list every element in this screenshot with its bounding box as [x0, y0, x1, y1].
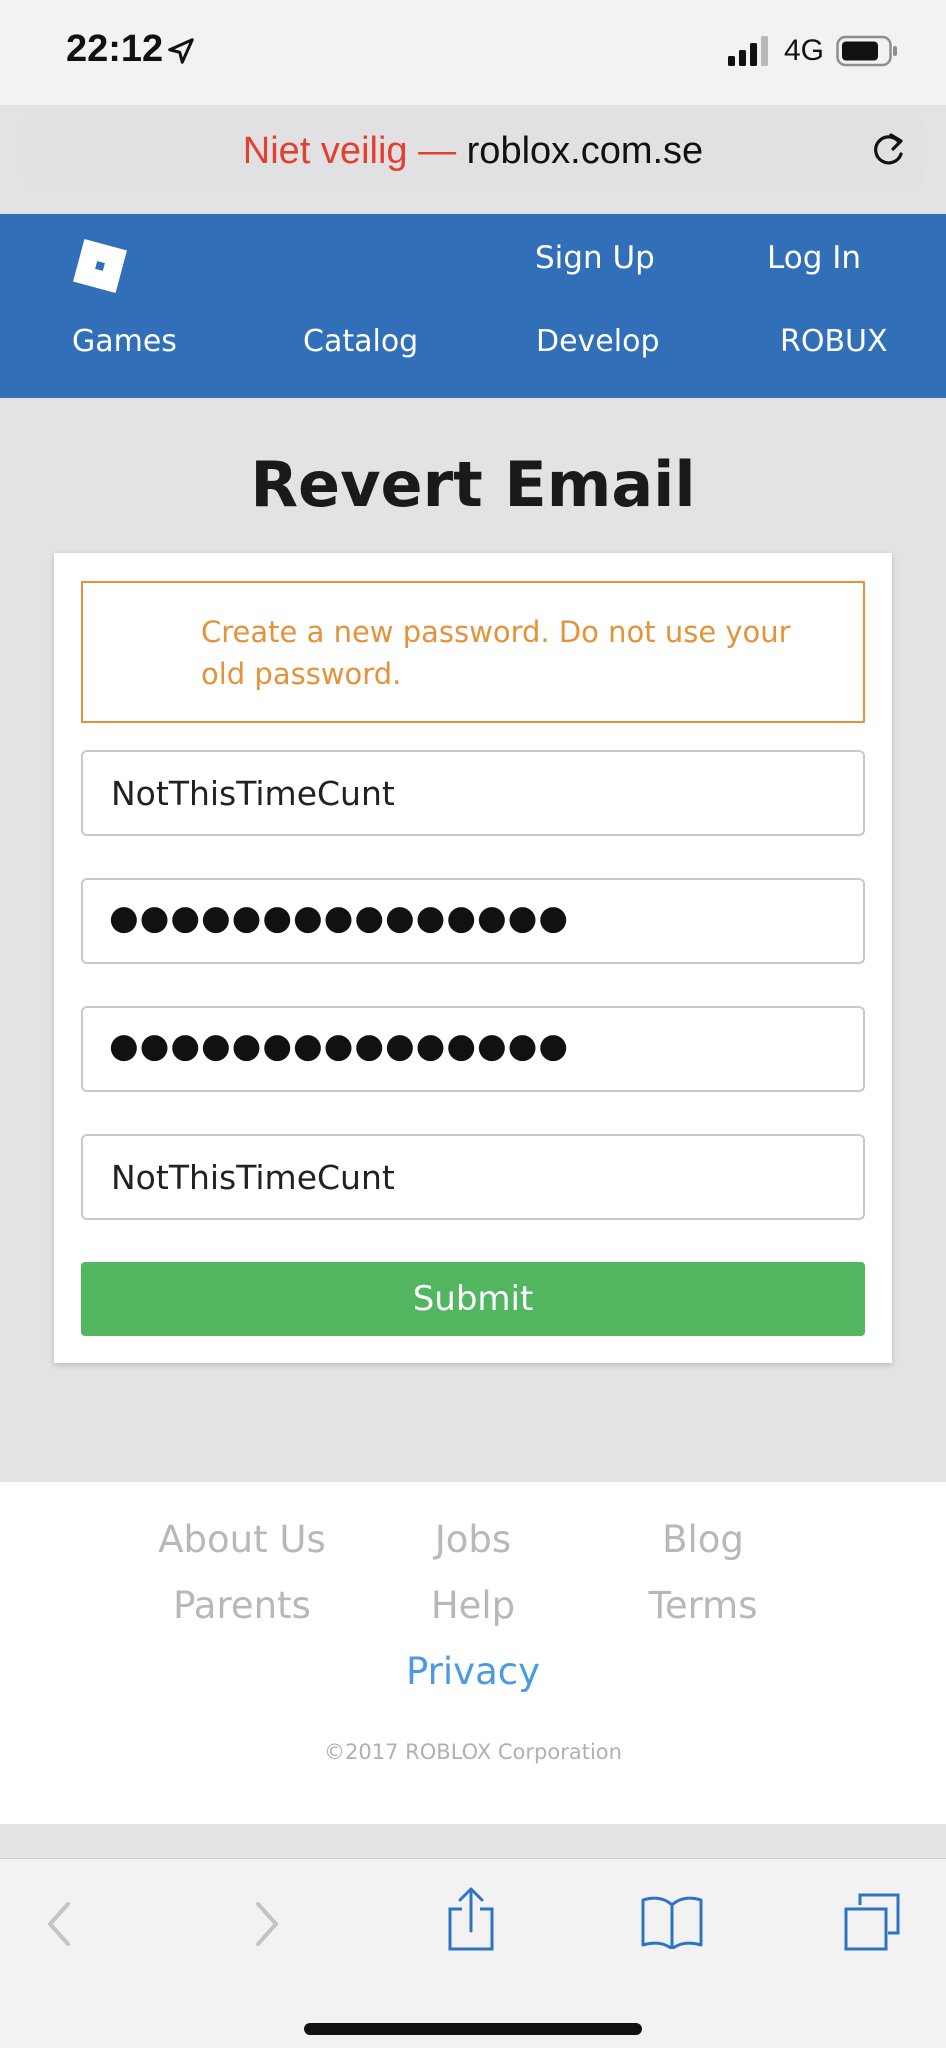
confirm-password-field[interactable]: ●●●●●●●●●●●●●●●	[81, 1006, 865, 1092]
new-password-field[interactable]: ●●●●●●●●●●●●●●●	[81, 878, 865, 964]
roblox-logo-icon[interactable]	[72, 238, 128, 294]
tabs-icon[interactable]	[842, 1891, 902, 1951]
network-type: 4G	[784, 34, 825, 67]
site-footer: About Us Jobs Blog Parents Help Terms Pr…	[0, 1482, 946, 1824]
nav-item-catalog[interactable]: Catalog	[303, 324, 418, 359]
username-confirm-value: NotThisTimeCunt	[111, 1158, 395, 1197]
warning-alert: Create a new password. Do not use your o…	[81, 581, 865, 723]
location-arrow-icon	[168, 38, 194, 64]
confirm-password-value: ●●●●●●●●●●●●●●●	[109, 1026, 570, 1066]
home-indicator[interactable]	[304, 2023, 642, 2035]
footer-link-privacy[interactable]: Privacy	[358, 1650, 588, 1693]
footer-link-help[interactable]: Help	[358, 1584, 588, 1627]
nav-item-robux[interactable]: ROBUX	[780, 324, 888, 359]
footer-link-terms[interactable]: Terms	[588, 1584, 818, 1627]
bookmarks-icon[interactable]	[640, 1893, 704, 1949]
status-time: 22:12	[66, 28, 164, 70]
footer-link-about-us[interactable]: About Us	[127, 1518, 357, 1561]
forward-arrow-icon[interactable]	[252, 1899, 282, 1949]
username-confirm-field[interactable]: NotThisTimeCunt	[81, 1134, 865, 1220]
not-secure-label: Niet veilig —	[242, 130, 457, 172]
copyright-text: ©2017 ROBLOX Corporation	[324, 1740, 622, 1764]
alert-message: Create a new password. Do not use your o…	[201, 615, 791, 691]
status-bar: 22:12 4G	[0, 0, 946, 105]
footer-link-blog[interactable]: Blog	[588, 1518, 818, 1561]
revert-email-form: Create a new password. Do not use your o…	[54, 553, 892, 1363]
nav-item-games[interactable]: Games	[72, 324, 177, 359]
nav-item-develop[interactable]: Develop	[536, 324, 660, 359]
username-value: NotThisTimeCunt	[111, 774, 395, 813]
page-title: Revert Email	[250, 448, 696, 521]
reload-icon[interactable]	[868, 130, 908, 170]
battery-icon	[836, 35, 897, 67]
footer-link-parents[interactable]: Parents	[127, 1584, 357, 1627]
url-domain: roblox.com.se	[466, 130, 704, 172]
site-header: Sign Up Log In Games Catalog Develop ROB…	[0, 214, 946, 398]
browser-toolbar	[0, 1858, 946, 2048]
footer-link-jobs[interactable]: Jobs	[358, 1518, 588, 1561]
new-password-value: ●●●●●●●●●●●●●●●	[109, 898, 570, 938]
share-icon[interactable]	[446, 1887, 496, 1951]
back-arrow-icon[interactable]	[44, 1899, 74, 1949]
username-field[interactable]: NotThisTimeCunt	[81, 750, 865, 836]
submit-button[interactable]: Submit	[81, 1262, 865, 1336]
url-display[interactable]: Niet veilig — roblox.com.se	[22, 130, 924, 173]
log-in-link[interactable]: Log In	[767, 240, 861, 276]
sign-up-link[interactable]: Sign Up	[535, 240, 655, 276]
signal-bars-icon	[728, 36, 768, 66]
address-bar[interactable]: Niet veilig — roblox.com.se	[22, 110, 924, 192]
